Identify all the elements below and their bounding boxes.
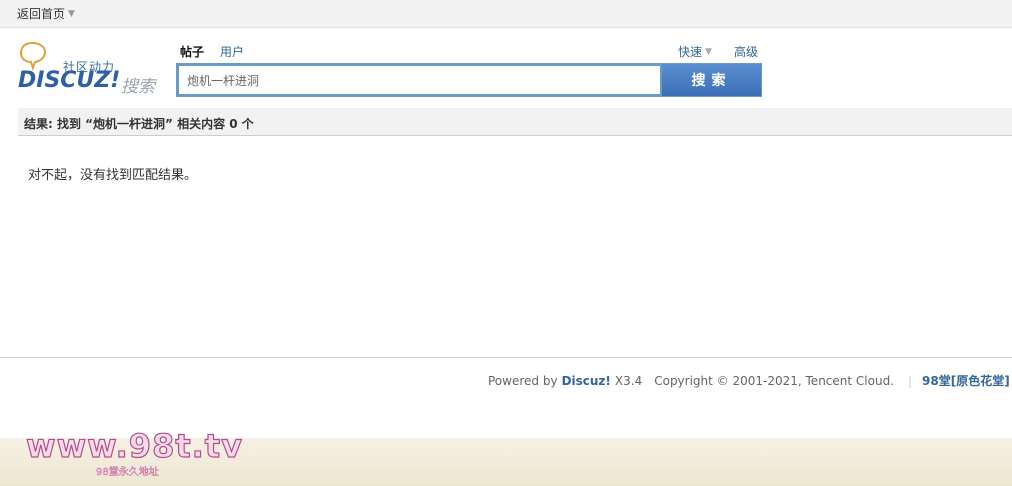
footer-separator: | (908, 373, 913, 388)
empty-result-message: 对不起，没有找到匹配结果。 (28, 168, 198, 183)
discuz-link[interactable]: Discuz! (562, 374, 611, 388)
powered-by-label: Powered by (488, 373, 558, 388)
home-link-label: 返回首页 (17, 7, 66, 21)
home-link[interactable]: 返回首页 ▼ (17, 5, 75, 22)
site-name-link[interactable]: 98堂[原色花堂] (922, 372, 1010, 389)
search-type-tabs: 帖子 用户 (180, 43, 244, 60)
chevron-down-icon: ▼ (705, 46, 712, 57)
watermark-url: www.98t.tv (25, 426, 243, 465)
copyright-label: Copyright © 2001-2021, Tencent Cloud. (654, 373, 894, 388)
result-summary-bar: 结果: 找到 “炮机一杆进洞” 相关内容 0 个 (18, 108, 1012, 136)
version-label: X3.4 (614, 373, 643, 388)
watermark-caption: 98堂永久地址 (96, 467, 159, 478)
tab-users[interactable]: 用户 (220, 43, 244, 60)
result-summary: 结果: 找到 “炮机一杆进洞” 相关内容 0 个 (24, 117, 254, 131)
top-bar: 返回首页 ▼ (0, 0, 1012, 28)
quick-search-label: 快速 (678, 45, 703, 59)
search-options: 快速 ▼ 高级 (678, 43, 758, 60)
footer-divider (0, 357, 1012, 358)
search-button[interactable]: 搜索 (662, 64, 761, 96)
quick-search-dropdown[interactable]: 快速 ▼ (678, 43, 712, 60)
footer: Powered by Discuz! X3.4 Copyright © 2001… (488, 372, 1010, 389)
advanced-search-link[interactable]: 高级 (734, 43, 758, 60)
search-input[interactable] (179, 66, 660, 94)
discuz-logo[interactable]: 社区动力 DISCUZ! 搜索 (18, 40, 168, 100)
search-box: 搜索 (176, 63, 762, 97)
logo-sub: 搜索 (121, 77, 155, 97)
logo-brand: DISCUZ! (18, 68, 121, 93)
tab-threads[interactable]: 帖子 (180, 43, 204, 60)
chevron-down-icon: ▼ (68, 9, 75, 19)
